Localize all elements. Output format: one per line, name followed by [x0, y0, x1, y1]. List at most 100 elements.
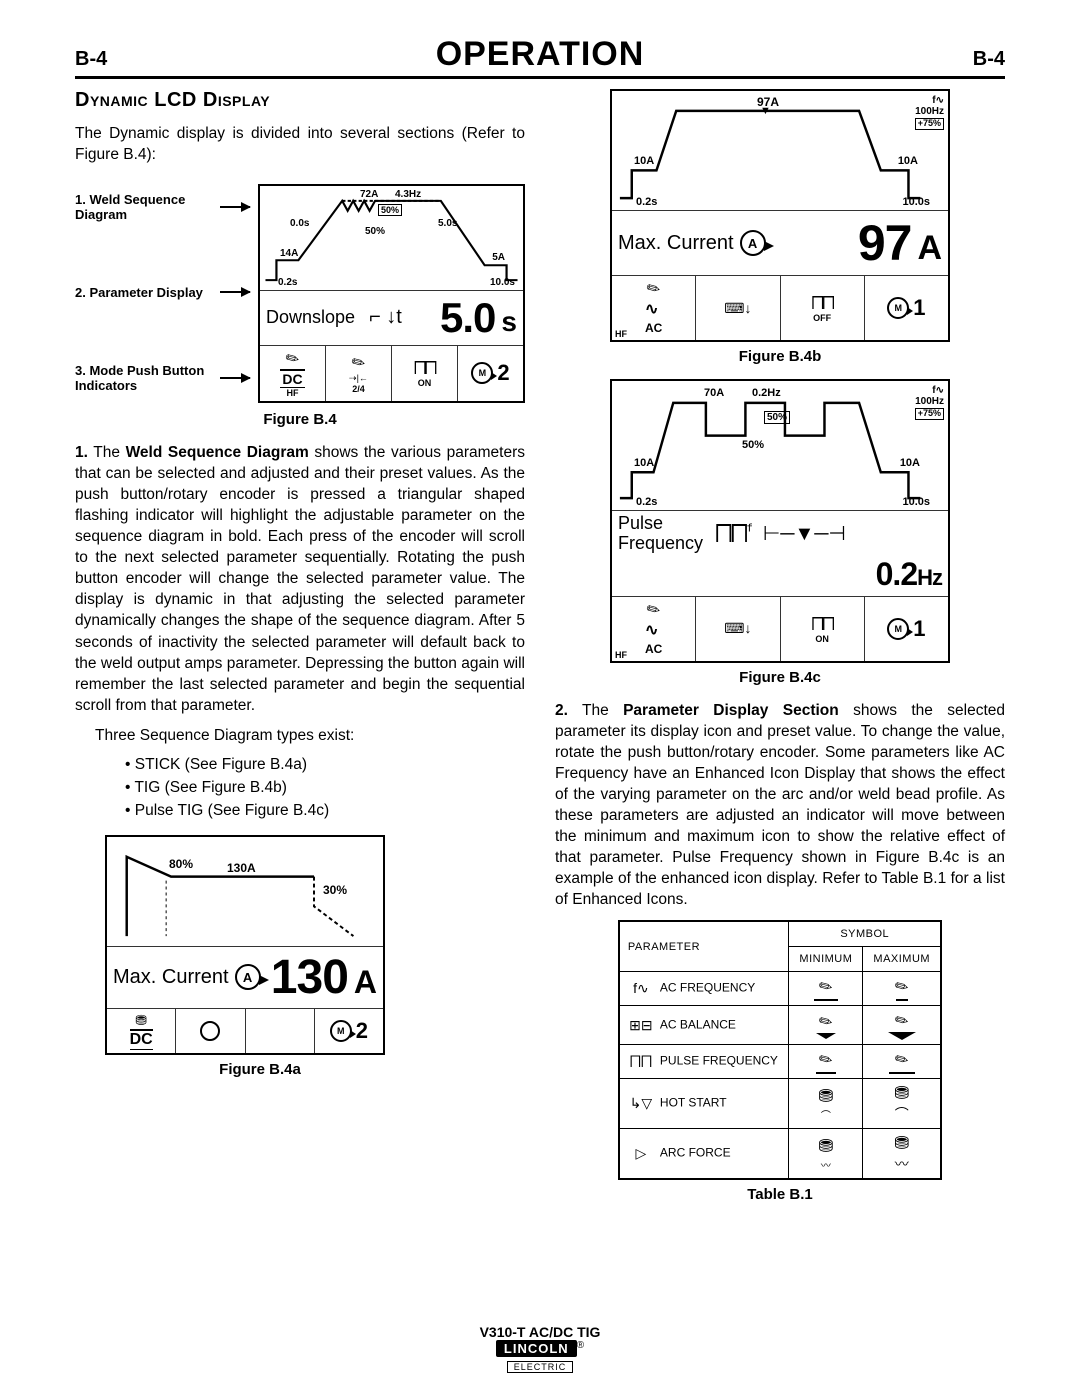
- ptig-param-display: PulseFrequency ⨅⨅f ⊢─▼─⊣ 0.2Hz: [612, 511, 948, 597]
- min-torch-wide-icon: [789, 972, 863, 1006]
- table-row: ⨅⨅PULSE FREQUENCY: [619, 1045, 941, 1079]
- figure-b4a-caption: Figure B.4a: [105, 1061, 415, 1078]
- remote-icon: ⌨↓: [724, 620, 751, 637]
- tig-param-display: Max. Current A 97 A: [612, 211, 948, 276]
- pulse-icon: ⨅⨅: [414, 358, 436, 378]
- seq-start-a: 14A: [280, 248, 298, 259]
- label-param-disp: 2. Parameter Display: [75, 285, 214, 300]
- seq-bal: 50%: [378, 204, 402, 216]
- ptig-pfreq: 0.2Hz: [752, 387, 781, 399]
- min-icon: ⛃⌒: [789, 1079, 863, 1129]
- mode-trigger: ⇢|←2/4: [326, 346, 392, 401]
- item-2: 2. The Parameter Display Section shows t…: [555, 700, 1005, 911]
- lcd-panel-b4a: 80% 130A 30% Max. Current A 130 A ⛃DC 2: [105, 835, 385, 1055]
- downslope-icon: ⌐ ↓t: [369, 306, 402, 329]
- mode-stick-blank2: [246, 1009, 315, 1053]
- stick-modes: ⛃DC 2: [107, 1009, 383, 1053]
- tig-start: 10A: [634, 155, 654, 167]
- max-icon: ⛃⌒: [863, 1079, 941, 1129]
- remote-icon: ⌨↓: [724, 300, 751, 317]
- pulse-icon: ⨅⨅: [811, 293, 833, 313]
- mode-indicators: DCHF ⇢|←2/4 ⨅⨅ON 2: [260, 346, 523, 401]
- seq-upslope: 0.0s: [290, 218, 309, 229]
- param-display: Downslope ⌐ ↓t 5.0 s: [260, 291, 523, 346]
- intro-text: The Dynamic display is divided into seve…: [75, 124, 525, 166]
- knob-icon: A: [235, 964, 261, 990]
- param-value: 5.0: [440, 294, 495, 342]
- memory-icon: [330, 1020, 352, 1042]
- arrow-icon: [220, 291, 250, 293]
- seq-freq: 4.3Hz: [395, 189, 421, 200]
- enhanced-slider-icon: ⊢─▼─⊣: [763, 521, 846, 546]
- seq-preflow: 0.2s: [278, 277, 297, 288]
- lcd-panel-b4: 72A 4.3Hz 50% 50% 0.0s 5.0s 14A 5A 0.2s …: [258, 184, 525, 403]
- type-pulse-tig: Pulse TIG (See Figure B.4c): [125, 799, 525, 822]
- memory-icon: [887, 618, 909, 640]
- mode-memory: 2: [458, 346, 523, 401]
- param-name: Downslope: [266, 307, 355, 328]
- torch-icon: [643, 277, 665, 301]
- torch-icon: [348, 351, 370, 375]
- page-header: B-4 OPERATION B-4: [75, 35, 1005, 79]
- arrow-icon: [220, 206, 250, 208]
- pulse-icon: ⨅⨅: [811, 614, 833, 634]
- mode-hf: DCHF: [260, 346, 326, 401]
- section-title: Dynamic LCD Display: [75, 89, 525, 112]
- max-icon: [863, 1045, 941, 1079]
- page-footer: V310-T AC/DC TIG LINCOLN® ELECTRIC: [0, 1324, 1080, 1373]
- seq-downslope: 5.0s: [438, 218, 457, 229]
- seq-peak-a: 72A: [360, 189, 378, 200]
- pulse-freq-icon: ⨅⨅: [628, 1053, 654, 1070]
- ptig-bal: 50%: [764, 411, 790, 424]
- figure-b4c-caption: Figure B.4c: [555, 669, 1005, 686]
- memory-icon: [471, 362, 493, 384]
- table-row: ⊞⊟AC BALANCE: [619, 1006, 941, 1045]
- down-triangle-icon: ▼: [760, 105, 771, 117]
- tig-modes: ∿ACHF ⌨↓ ⨅⨅OFF 1: [612, 276, 948, 340]
- mode-stick-mem: 2: [315, 1009, 383, 1053]
- electrode-icon: ⛃: [135, 1012, 147, 1029]
- ptig-end: 10A: [900, 457, 920, 469]
- table-row: ▷ARC FORCE ⛃〰 ⛃〰: [619, 1129, 941, 1180]
- tig-param-val: 97: [858, 214, 912, 272]
- table-b1-caption: Table B.1: [555, 1186, 1005, 1203]
- stick-hotstart: 80%: [169, 857, 193, 871]
- tig-end: 10A: [898, 155, 918, 167]
- stick-amps: 130A: [227, 861, 256, 875]
- min-icon: [789, 1006, 863, 1045]
- torch-icon: [282, 347, 304, 371]
- mode-ptig-hf-ac: ∿ACHF: [612, 597, 696, 661]
- ptig-peak: 70A: [704, 387, 724, 399]
- mode-tig-pulse: ⨅⨅OFF: [781, 276, 865, 340]
- stick-seq: 80% 130A 30%: [107, 837, 383, 947]
- max-torch-narrow-icon: [863, 972, 941, 1006]
- three-types-intro: Three Sequence Diagram types exist:: [95, 726, 525, 747]
- mode-tig-mem: 1: [865, 276, 948, 340]
- ac-bal-icon: ⊞⊟: [628, 1017, 654, 1034]
- th-parameter: PARAMETER: [619, 921, 789, 972]
- ptig-pulsepct: 50%: [742, 439, 764, 451]
- tig-param-unit: A: [917, 229, 942, 268]
- min-icon: ⛃〰: [789, 1129, 863, 1180]
- ptig-unit: Hz: [917, 565, 942, 590]
- footer-electric: ELECTRIC: [507, 1361, 574, 1373]
- ptig-modes: ∿ACHF ⌨↓ ⨅⨅ON 1: [612, 597, 948, 661]
- stick-param-unit: A: [354, 964, 377, 1001]
- weld-seq-diagram: 72A 4.3Hz 50% 50% 0.0s 5.0s 14A 5A 0.2s …: [260, 186, 523, 291]
- ptig-start: 10A: [634, 457, 654, 469]
- max-icon: ⛃〰: [863, 1129, 941, 1180]
- stick-param-val: 130: [271, 950, 348, 1005]
- seq-end-a: 5A: [492, 252, 505, 263]
- ptig-val: 0.2: [876, 556, 917, 592]
- footer-brand: LINCOLN: [496, 1340, 577, 1357]
- memory-icon: [887, 297, 909, 319]
- figure-b4-caption: Figure B.4: [75, 411, 525, 428]
- th-symbol: SYMBOL: [789, 921, 941, 947]
- mode-stick-dc: ⛃DC: [107, 1009, 176, 1053]
- type-list: STICK (See Figure B.4a) TIG (See Figure …: [125, 753, 525, 823]
- param-unit: s: [501, 306, 517, 338]
- lcd-panel-b4c: f∿100Hz +75% 70A 0.2Hz 50% 50% 10A 10A 0…: [610, 379, 950, 663]
- mode-stick-blank: [176, 1009, 245, 1053]
- table-row: ↳▽HOT START ⛃⌒ ⛃⌒: [619, 1079, 941, 1129]
- footer-model: V310-T AC/DC TIG: [0, 1324, 1080, 1340]
